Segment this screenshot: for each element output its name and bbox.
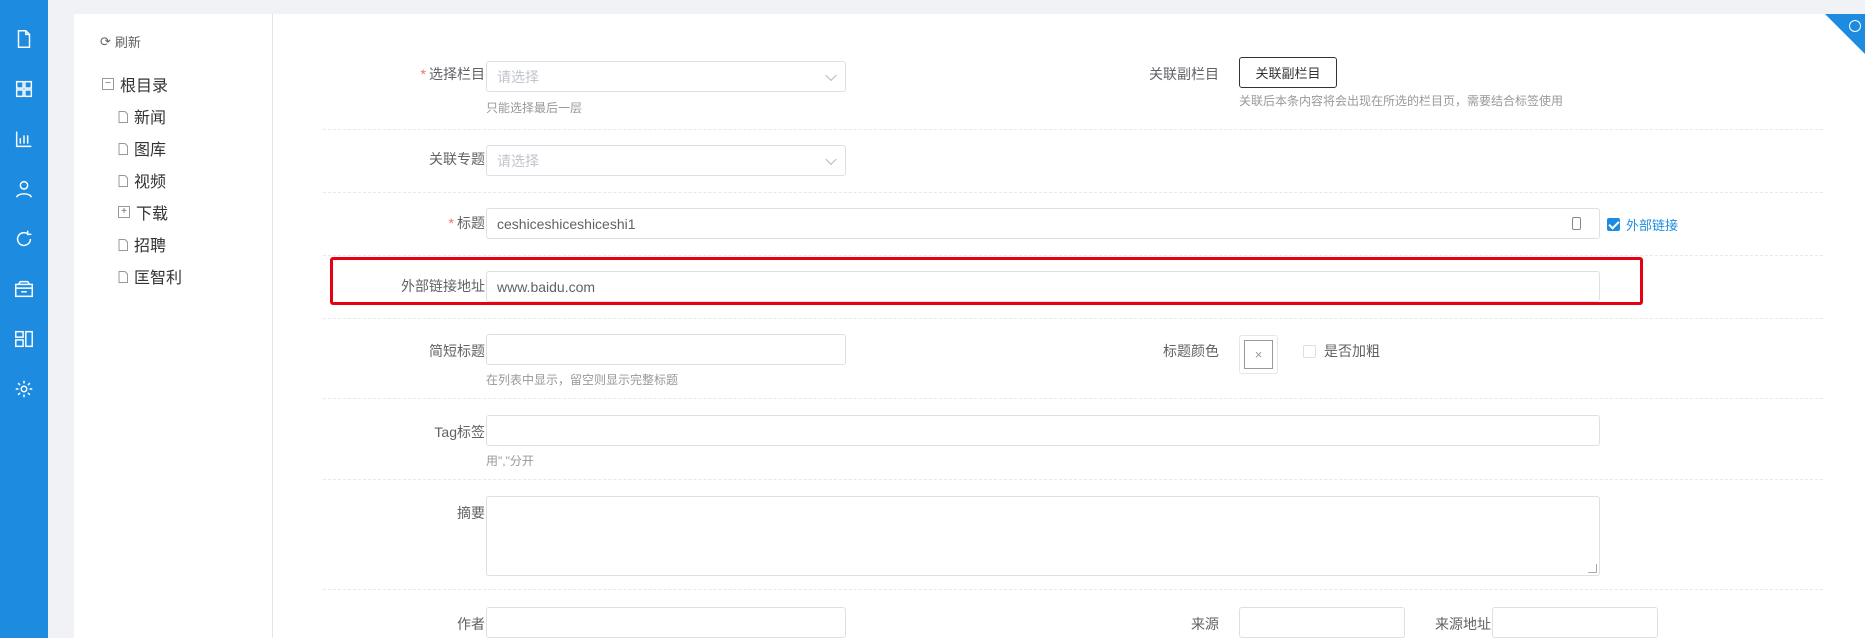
left-nav-bar [0, 0, 48, 638]
corner-toggle[interactable] [1825, 14, 1865, 54]
checkbox-checked-icon[interactable] [1607, 218, 1620, 231]
summary-textarea[interactable] [486, 496, 1600, 576]
refresh-button[interactable]: ⟳ 刷新 [100, 32, 141, 51]
tree-root-label: 根目录 [120, 78, 169, 95]
column-select[interactable]: 请选择 [486, 61, 846, 92]
source-url-input[interactable] [1492, 607, 1658, 638]
tree-item[interactable]: 新闻 [118, 104, 166, 128]
refresh-icon[interactable] [12, 227, 36, 251]
chevron-down-icon [825, 153, 837, 165]
tree-item[interactable]: 匡智利 [118, 264, 182, 288]
gear-icon[interactable] [12, 377, 36, 401]
resize-handle-icon[interactable] [1588, 564, 1597, 573]
topic-select[interactable]: 请选择 [486, 145, 846, 176]
highlight-box [330, 257, 1643, 305]
sub-column-help: 关联后本条内容将会出现在所选的栏目页，需要结合标签使用 [1239, 94, 1564, 108]
document-icon [118, 110, 128, 123]
content-form: * 选择栏目 请选择 只能选择最后一层 关联副栏目 关联副栏目 关联后本条内容将会… [273, 14, 1865, 638]
tags-label: Tag标签 [434, 424, 485, 440]
tree-item-label: 图库 [134, 142, 167, 159]
checkbox-icon[interactable] [1303, 344, 1316, 358]
tree-root[interactable]: − 根目录 [102, 72, 168, 96]
title-input[interactable]: ceshiceshiceshiceshi1 [486, 208, 1600, 239]
tree-item-label: 下载 [136, 206, 169, 223]
tags-input[interactable] [486, 415, 1600, 446]
collapse-arrow-icon[interactable] [1849, 20, 1861, 32]
tree-item-label: 视频 [134, 174, 167, 191]
password-toggle-icon[interactable] [1572, 217, 1581, 230]
file-icon[interactable] [12, 27, 36, 51]
tags-help: 用","分开 [486, 454, 534, 468]
topic-label: 关联专题 [429, 151, 485, 167]
document-icon [118, 238, 128, 251]
source-label: 来源 [1191, 616, 1219, 632]
bold-checkbox[interactable]: 是否加粗 [1303, 341, 1380, 361]
refresh-small-icon: ⟳ [100, 33, 111, 49]
tree-item[interactable]: 招聘 [118, 232, 166, 256]
user-icon[interactable] [12, 177, 36, 201]
grid-icon[interactable] [12, 77, 36, 101]
document-icon [118, 174, 128, 187]
color-picker[interactable]: × [1239, 335, 1278, 374]
column-help: 只能选择最后一层 [486, 101, 583, 115]
short-title-help: 在列表中显示，留空则显示完整标题 [486, 373, 679, 387]
expand-icon[interactable]: + [118, 206, 130, 218]
source-input[interactable] [1239, 607, 1405, 638]
sub-column-label: 关联副栏目 [1149, 66, 1219, 82]
title-label: * 标题 [448, 215, 485, 231]
short-title-label: 简短标题 [429, 343, 485, 359]
box-icon[interactable] [12, 277, 36, 301]
column-label: * 选择栏目 [420, 66, 485, 82]
short-title-input[interactable] [486, 334, 846, 365]
chart-icon[interactable] [12, 127, 36, 151]
layout-icon[interactable] [12, 327, 36, 351]
collapse-icon[interactable]: − [102, 78, 114, 90]
author-input[interactable] [486, 607, 846, 638]
color-swatch: × [1244, 340, 1273, 369]
source-url-label: 来源地址 [1435, 616, 1491, 632]
refresh-label: 刷新 [114, 35, 141, 50]
title-color-label: 标题颜色 [1163, 343, 1219, 359]
author-label: 作者 [457, 616, 485, 632]
tree-item[interactable]: + 下载 [118, 200, 168, 224]
document-icon [118, 270, 128, 283]
sub-column-button[interactable]: 关联副栏目 [1239, 57, 1337, 88]
chevron-down-icon [825, 69, 837, 81]
tree-item-label: 招聘 [134, 238, 167, 255]
summary-label: 摘要 [457, 505, 485, 521]
external-link-checkbox[interactable]: 外部链接 [1607, 215, 1678, 234]
tree-item[interactable]: 视频 [118, 168, 166, 192]
document-icon [118, 142, 128, 155]
category-tree-panel: ⟳ 刷新 − 根目录 新闻 图库 视频 + 下载 招聘 匡智利 [74, 14, 273, 638]
tree-item-label: 新闻 [134, 110, 167, 127]
tree-item[interactable]: 图库 [118, 136, 166, 160]
tree-item-label: 匡智利 [134, 270, 183, 287]
